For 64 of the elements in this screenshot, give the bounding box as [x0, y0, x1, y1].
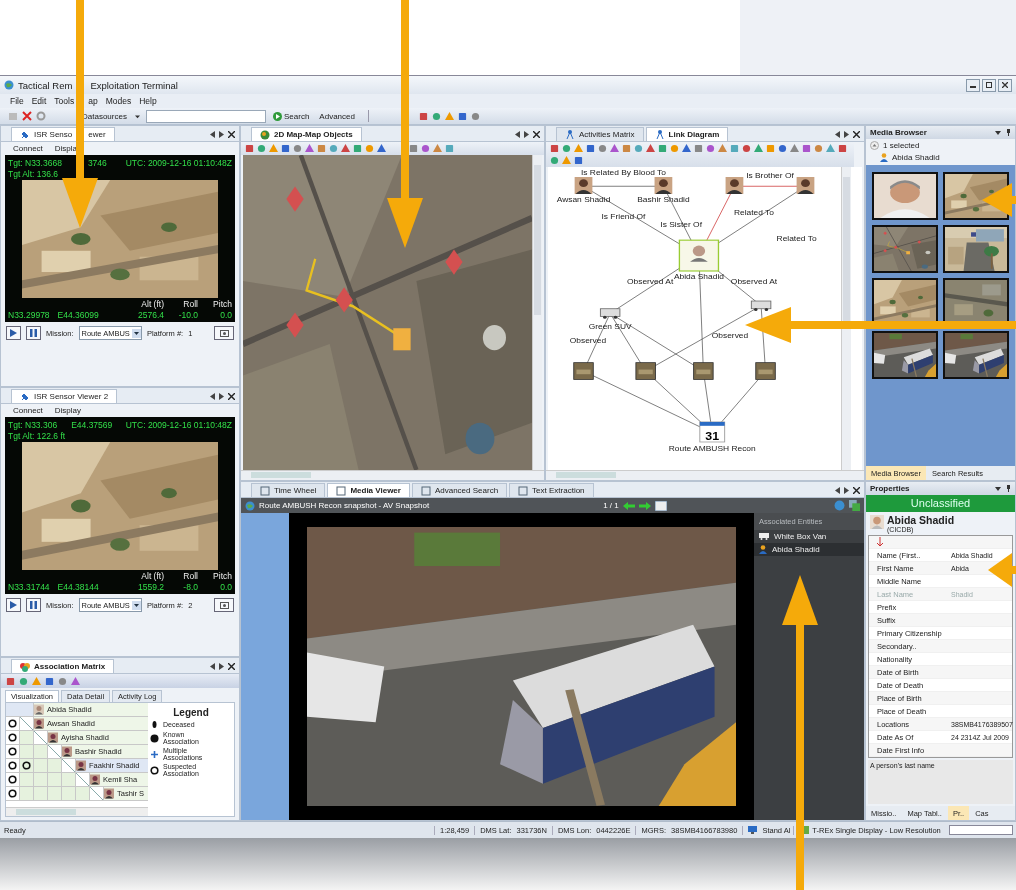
- panel-tab[interactable]: ISR Senso ewer: [11, 127, 115, 141]
- panel-tab[interactable]: 2D Map-Map Objects: [251, 127, 362, 141]
- menu-item[interactable]: Modes: [105, 96, 132, 106]
- menu-item[interactable]: File: [10, 96, 24, 106]
- target-altitude: Tgt Alt: 136.6: [8, 168, 59, 179]
- tab-label[interactable]: ISR Sensor Viewer 2: [34, 392, 109, 401]
- panel-tab[interactable]: Text Extraction: [509, 483, 594, 497]
- position-coordinate: E44.36099: [57, 310, 99, 320]
- selection-count: 1 selected: [883, 141, 920, 150]
- snapshot-title: Route AMBUSH Recon snapshot - AV Snapshot: [259, 501, 430, 510]
- calendar-day: 31: [705, 429, 720, 442]
- page-counter: 1 / 1: [603, 501, 619, 510]
- column-heading: Roll: [182, 299, 198, 309]
- panel-title: Media Browser: [870, 128, 927, 137]
- column-heading: Pitch: [212, 299, 232, 309]
- window-title: Exploitation Terminal: [90, 79, 178, 91]
- panel-title: Properties: [870, 484, 910, 493]
- advanced-button[interactable]: Advanced: [316, 109, 358, 123]
- menu-item[interactable]: Connect: [13, 406, 43, 415]
- panel-tab[interactable]: Media Viewer: [327, 483, 410, 497]
- search-button[interactable]: Search: [270, 109, 313, 123]
- utc-time: UTC: 2009-12-16 01:10:48Z: [125, 157, 232, 168]
- menu-item[interactable]: Edit: [31, 96, 47, 106]
- window-title: Tactical Rem: [18, 79, 73, 91]
- entity-name: Abida Shadid: [887, 514, 955, 526]
- tab-label[interactable]: ISR Senso: [34, 130, 73, 139]
- menu-item[interactable]: Tools: [54, 96, 75, 106]
- panel-tab[interactable]: ISR Sensor Viewer 2: [11, 389, 118, 403]
- position-coordinate: E44.38144: [57, 582, 99, 592]
- panel-tab[interactable]: Association Matrix: [11, 659, 115, 673]
- menu-item[interactable]: Display: [54, 406, 82, 415]
- menu-item[interactable]: Displa: [54, 144, 78, 153]
- position-coordinate: N33.29978: [8, 310, 50, 320]
- target-coordinate: Tgt: N33.3668: [8, 157, 62, 168]
- entity-item[interactable]: White Box Van: [754, 530, 864, 543]
- reading-value: 2576.4: [137, 310, 164, 320]
- tab-label[interactable]: ewer: [88, 130, 106, 139]
- reading-value: 0.0: [219, 582, 232, 592]
- entity-item[interactable]: Abida Shadid: [754, 543, 864, 556]
- target-coordinate: Tgt: N33.306: [8, 419, 58, 430]
- panel-tab[interactable]: Advanced Search: [411, 483, 508, 497]
- target-coordinate: E44.37569: [71, 419, 113, 430]
- position-coordinate: N33.31744: [8, 582, 50, 592]
- entity-name: Abida Shadid: [892, 153, 940, 162]
- reading-value: 1559.2: [137, 582, 164, 592]
- legend-title: Legend: [172, 707, 210, 718]
- reading-value: -8.0: [182, 582, 198, 592]
- panel-tab[interactable]: Activities Matrix: [556, 127, 644, 141]
- reading-value: 0.0: [219, 310, 232, 320]
- target-altitude: Tgt Alt: 122.6 ft: [8, 430, 66, 441]
- classification-banner: Unclassified: [866, 495, 1015, 512]
- utc-time: UTC: 2009-12-16 01:10:48Z: [125, 419, 232, 430]
- panel-tab[interactable]: Link Diagram: [645, 127, 729, 141]
- target-coordinate: 3746: [87, 157, 107, 168]
- menu-item[interactable]: ap: [88, 96, 98, 106]
- reading-value: -10.0: [177, 310, 198, 320]
- column-heading: Roll: [182, 571, 198, 581]
- menu-item[interactable]: Connect: [13, 144, 43, 153]
- menu-item[interactable]: Help: [139, 96, 157, 106]
- panel-tab[interactable]: Time Wheel: [251, 483, 326, 497]
- column-heading: Alt (ft): [140, 299, 164, 309]
- column-heading: Alt (ft): [140, 571, 164, 581]
- datasources-dropdown[interactable]: Datasources: [80, 111, 142, 121]
- column-heading: Pitch: [212, 571, 232, 581]
